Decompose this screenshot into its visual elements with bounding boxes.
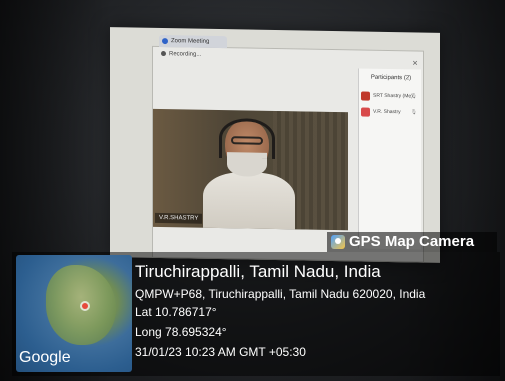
gps-info-panel: Google Tiruchirappalli, Tamil Nadu, Indi… [12, 252, 500, 376]
participant-name: SRT Shastry (Me) [373, 92, 413, 100]
participants-panel: ✕ Participants (2) SRT Shastry (Me) 🎙 V.… [358, 60, 421, 250]
location-city: Tiruchirappalli, Tamil Nadu, India [135, 262, 381, 281]
map-thumbnail: Google [16, 255, 132, 372]
speaker-name-tag: V.R.SHASTRY [155, 212, 203, 224]
location-address: QMPW+P68, Tiruchirappalli, Tamil Nadu 62… [135, 287, 426, 301]
participant-name: V.R. Shastry [373, 108, 401, 116]
projector-screen: Zoom Meeting Recording... V.R.SHASTRY ✕ … [110, 27, 440, 263]
avatar [361, 91, 370, 101]
recording-indicator: Recording... [161, 51, 201, 58]
speaker-shirt [203, 171, 295, 231]
meeting-tab[interactable]: Zoom Meeting [159, 34, 227, 49]
participants-title: Participants (2) [370, 74, 412, 82]
headset-icon [219, 118, 275, 159]
recording-label: Recording... [169, 51, 202, 58]
mic-icon[interactable]: 🎙 [411, 93, 417, 99]
map-provider-label: Google [19, 349, 71, 366]
speaker-video[interactable]: V.R.SHASTRY [153, 108, 348, 231]
gps-camera-icon [331, 235, 345, 249]
mic-icon[interactable]: 🎙 [411, 109, 417, 115]
participant-row[interactable]: SRT Shastry (Me) 🎙 [361, 91, 419, 104]
location-pin-icon [82, 303, 88, 309]
gps-badge-label: GPS Map Camera [349, 233, 475, 250]
avatar [361, 107, 370, 117]
gps-badge: GPS Map Camera [327, 232, 497, 252]
participant-row[interactable]: V.R. Shastry 🎙 [361, 107, 419, 120]
longitude: Long 78.695324° [135, 325, 227, 339]
meeting-tab-label: Zoom Meeting [171, 38, 210, 45]
meeting-window: Zoom Meeting Recording... V.R.SHASTRY ✕ … [152, 34, 424, 263]
map-land [46, 265, 116, 345]
record-icon [161, 51, 166, 57]
latitude: Lat 10.786717° [135, 305, 217, 319]
close-icon[interactable]: ✕ [412, 59, 418, 67]
timestamp: 31/01/23 10:23 AM GMT +05:30 [135, 345, 306, 359]
app-icon [162, 38, 168, 45]
